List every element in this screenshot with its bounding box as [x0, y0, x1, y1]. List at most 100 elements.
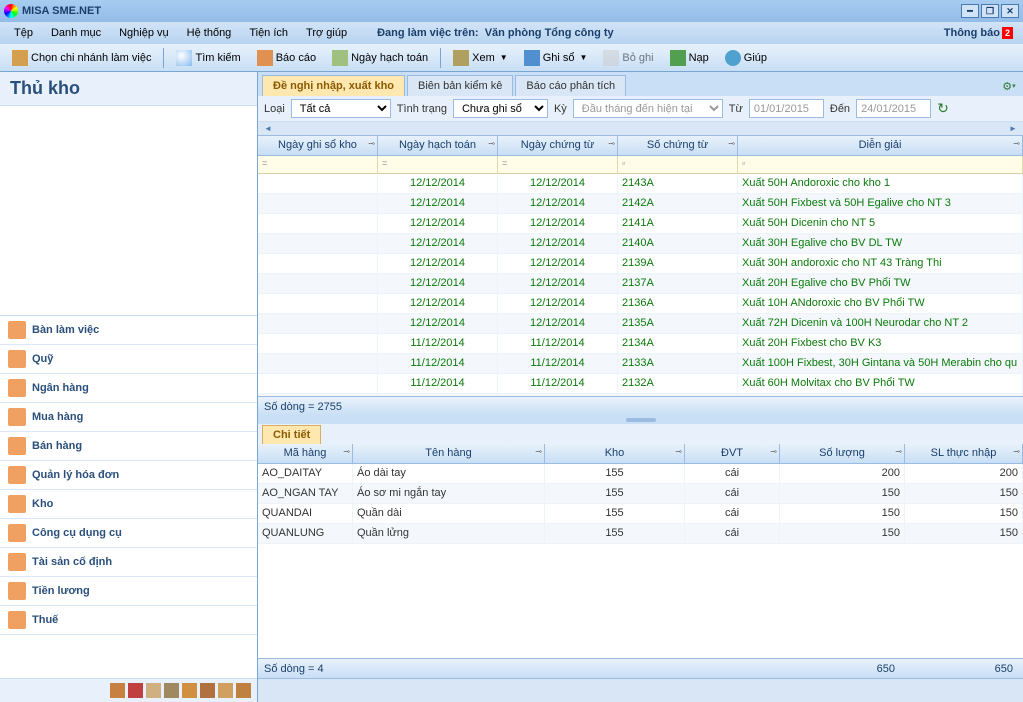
- small-icon-5[interactable]: [182, 683, 197, 698]
- tab-baocao[interactable]: Báo cáo phân tích: [515, 75, 626, 96]
- report-button[interactable]: Báo cáo: [251, 48, 322, 68]
- small-icon-2[interactable]: [128, 683, 143, 698]
- small-icon-8[interactable]: [236, 683, 251, 698]
- load-button[interactable]: Nạp: [664, 48, 715, 68]
- menu-trogiup[interactable]: Trợ giúp: [298, 25, 355, 41]
- col-sochungtu[interactable]: Số chứng từ⊸: [618, 136, 738, 155]
- dcol-dvt[interactable]: ĐVT⊸: [685, 444, 780, 463]
- col-diengiai[interactable]: Diễn giải⊸: [738, 136, 1023, 155]
- detail-tab[interactable]: Chi tiết: [262, 425, 321, 444]
- table-row[interactable]: 12/12/201412/12/20142142AXuất 50H Fixbes…: [258, 194, 1023, 214]
- sidebar-tree[interactable]: [0, 106, 257, 316]
- help-icon: [725, 50, 741, 66]
- table-row[interactable]: 11/12/201411/12/20142134AXuất 20H Fixbes…: [258, 334, 1023, 354]
- horizontal-splitter[interactable]: [258, 416, 1023, 424]
- nav-kho[interactable]: Kho: [0, 490, 257, 519]
- nav-bàn-làm-việc[interactable]: Bàn làm việc: [0, 316, 257, 345]
- table-row[interactable]: 12/12/201412/12/20142140AXuất 30H Egaliv…: [258, 234, 1023, 254]
- ky-select[interactable]: Đầu tháng đến hiện tại: [573, 99, 723, 118]
- filter-refresh-icon[interactable]: ↻: [937, 100, 955, 118]
- filter-bar: Loại Tất cả Tình trạng Chưa ghi sổ Kỳ Đầ…: [258, 96, 1023, 122]
- restore-button[interactable]: ❐: [981, 4, 999, 18]
- table-row[interactable]: 12/12/201412/12/20142143AXuất 50H Andoro…: [258, 174, 1023, 194]
- scroll-left-icon[interactable]: ◄: [262, 123, 274, 135]
- unpost-button[interactable]: Bỏ ghi: [597, 48, 659, 68]
- ky-label: Kỳ: [554, 103, 567, 115]
- minimize-button[interactable]: ━: [961, 4, 979, 18]
- scroll-right-icon[interactable]: ►: [1007, 123, 1019, 135]
- loai-label: Loại: [264, 103, 285, 115]
- settings-gear-icon[interactable]: ⚙▾: [999, 76, 1019, 96]
- menu-tep[interactable]: Tệp: [6, 25, 41, 41]
- table-row[interactable]: 11/12/201411/12/20142132AXuất 60H Molvit…: [258, 374, 1023, 394]
- small-icon-7[interactable]: [218, 683, 233, 698]
- refresh-icon: [670, 50, 686, 66]
- menu-tienich[interactable]: Tiện ích: [241, 25, 296, 41]
- nav-tiền-lương[interactable]: Tiền lương: [0, 577, 257, 606]
- small-icon-6[interactable]: [200, 683, 215, 698]
- small-icon-4[interactable]: [164, 683, 179, 698]
- loai-select[interactable]: Tất cả: [291, 99, 391, 118]
- nav-bán-hàng[interactable]: Bán hàng: [0, 432, 257, 461]
- content-tabs: Đề nghị nhập, xuất kho Biên bản kiểm kê …: [258, 72, 1023, 96]
- nav-icon: [8, 582, 26, 600]
- detail-row[interactable]: QUANLUNGQuần lửng155cái150150: [258, 524, 1023, 544]
- tinhtrang-select[interactable]: Chưa ghi sổ: [453, 99, 548, 118]
- row-count: Số dòng = 2755: [264, 401, 342, 413]
- notification-badge: 2: [1002, 27, 1013, 39]
- calendar-icon: [332, 50, 348, 66]
- tab-bienban[interactable]: Biên bản kiểm kê: [407, 75, 513, 96]
- den-label: Đến: [830, 103, 850, 115]
- post-button[interactable]: Ghi sổ▼: [518, 48, 594, 68]
- help-button[interactable]: Giúp: [719, 48, 773, 68]
- menu-danhmuc[interactable]: Danh mục: [43, 25, 109, 41]
- nav-icon: [8, 437, 26, 455]
- table-row[interactable]: 12/12/201412/12/20142139AXuất 30H andoro…: [258, 254, 1023, 274]
- nav-công-cụ-dụng-cụ[interactable]: Công cụ dụng cụ: [0, 519, 257, 548]
- dcol-tenhang[interactable]: Tên hàng⊸: [353, 444, 545, 463]
- nav-icon: [8, 350, 26, 368]
- table-row[interactable]: 12/12/201412/12/20142141AXuất 50H Diceni…: [258, 214, 1023, 234]
- hscroll-strip: ◄ ►: [258, 122, 1023, 136]
- small-icon-1[interactable]: [110, 683, 125, 698]
- menu-nghiepvu[interactable]: Nghiệp vụ: [111, 25, 177, 41]
- menu-hethong[interactable]: Hệ thống: [179, 25, 240, 41]
- status-bar: [258, 678, 1023, 702]
- dcol-soluong[interactable]: Số lượng⊸: [780, 444, 905, 463]
- nav-tài-sản-cố-định[interactable]: Tài sản cố định: [0, 548, 257, 577]
- view-button[interactable]: Xem▼: [447, 48, 514, 68]
- detail-row[interactable]: QUANDAIQuần dài155cái150150: [258, 504, 1023, 524]
- nav-ngân-hàng[interactable]: Ngân hàng: [0, 374, 257, 403]
- dcol-kho[interactable]: Kho⊸: [545, 444, 685, 463]
- nav-quản-lý-hóa-đơn[interactable]: Quản lý hóa đơn: [0, 461, 257, 490]
- nav-icon: [8, 379, 26, 397]
- dcol-slthucnhap[interactable]: SL thực nhập⊸: [905, 444, 1023, 463]
- table-row[interactable]: 11/12/201411/12/20142133AXuất 100H Fixbe…: [258, 354, 1023, 374]
- table-row[interactable]: 12/12/201412/12/20142135AXuất 72H Diceni…: [258, 314, 1023, 334]
- accdate-button[interactable]: Ngày hạch toán: [326, 48, 434, 68]
- tu-date[interactable]: [749, 99, 824, 118]
- table-row[interactable]: 12/12/201412/12/20142136AXuất 10H ANdoro…: [258, 294, 1023, 314]
- nav-icon: [8, 466, 26, 484]
- notification-button[interactable]: Thông báo2: [944, 27, 1017, 39]
- search-button[interactable]: Tìm kiếm: [170, 48, 246, 68]
- col-ngayghiso[interactable]: Ngày ghi sổ kho⊸: [258, 136, 378, 155]
- col-ngaychungtu[interactable]: Ngày chứng từ⊸: [498, 136, 618, 155]
- nav-mua-hàng[interactable]: Mua hàng: [0, 403, 257, 432]
- book-icon: [524, 50, 540, 66]
- nav-thuế[interactable]: Thuế: [0, 606, 257, 635]
- main-toolbar: Chọn chi nhánh làm việc Tìm kiếm Báo cáo…: [0, 44, 1023, 72]
- sidebar-small-icons: [0, 678, 257, 702]
- table-row[interactable]: 12/12/201412/12/20142137AXuất 20H Egaliv…: [258, 274, 1023, 294]
- detail-total-qty: 650: [774, 663, 899, 675]
- den-date[interactable]: [856, 99, 931, 118]
- branch-button[interactable]: Chọn chi nhánh làm việc: [6, 48, 157, 68]
- close-button[interactable]: ✕: [1001, 4, 1019, 18]
- small-icon-3[interactable]: [146, 683, 161, 698]
- dcol-mahang[interactable]: Mã hàng⊸: [258, 444, 353, 463]
- tab-denghi[interactable]: Đề nghị nhập, xuất kho: [262, 75, 405, 96]
- nav-quỹ[interactable]: Quỹ: [0, 345, 257, 374]
- detail-row[interactable]: AO_DAITAYÁo dài tay155cái200200: [258, 464, 1023, 484]
- col-ngayhachtoan[interactable]: Ngày hạch toán⊸: [378, 136, 498, 155]
- detail-row[interactable]: AO_NGAN TAYÁo sơ mi ngắn tay155cái150150: [258, 484, 1023, 504]
